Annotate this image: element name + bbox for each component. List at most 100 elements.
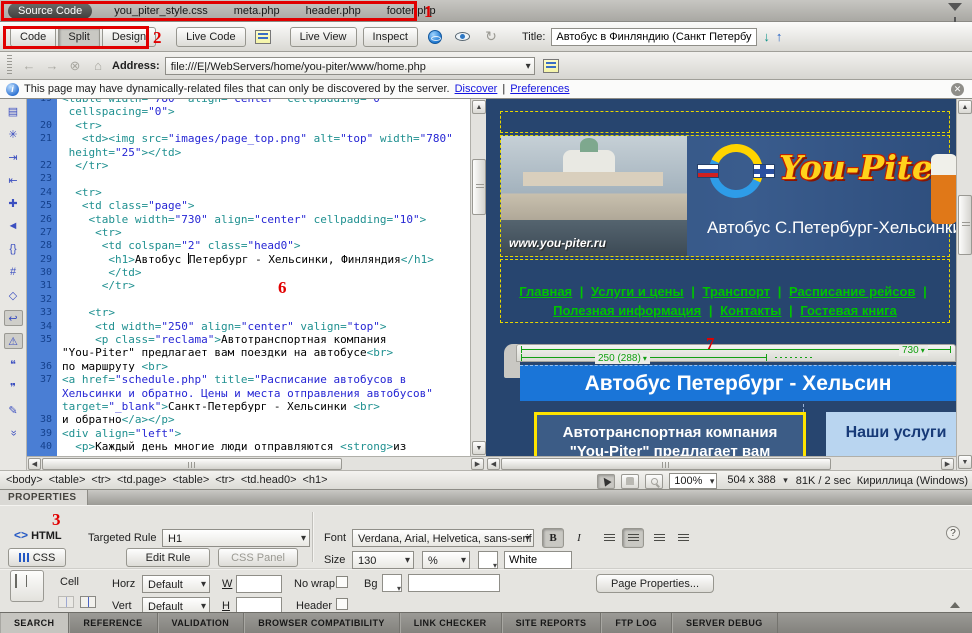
split-cell-icon[interactable] xyxy=(80,596,96,608)
word-wrap-icon[interactable]: ↩ xyxy=(4,310,23,326)
check-page-icon[interactable] xyxy=(252,27,274,47)
stop-icon[interactable]: ⊗ xyxy=(66,58,84,74)
no-wrap-checkbox[interactable] xyxy=(336,576,348,588)
hand-tool[interactable] xyxy=(621,474,639,489)
results-tab-ftp-log[interactable]: FTP LOG xyxy=(601,613,672,633)
syntax-error-alerts-icon[interactable]: ⚠ xyxy=(4,333,23,349)
collapse-selection-icon[interactable]: ⇤ xyxy=(4,172,23,188)
balance-braces-icon[interactable]: {} xyxy=(4,241,23,257)
live-code-button[interactable]: Live Code xyxy=(176,27,246,47)
zoom-tool[interactable] xyxy=(645,474,663,489)
scroll-down-icon[interactable]: ▼ xyxy=(472,441,486,455)
refresh-button[interactable]: ↻ xyxy=(480,27,502,47)
code-view-pane[interactable]: ▤✳⇥⇤✚◄{}#◇↩⚠❝❞✎» 19<table width="780" al… xyxy=(0,99,486,470)
apply-comment-icon[interactable]: ❝ xyxy=(4,356,23,372)
table-width-bar[interactable]: 250 (288) 730 xyxy=(516,344,956,362)
nav-link[interactable]: Расписание рейсов xyxy=(789,284,915,299)
close-info-bar-icon[interactable]: ✕ xyxy=(951,83,964,96)
promo-box[interactable]: Автотранспортная компания "You-Piter" пр… xyxy=(534,412,806,456)
expand-all-icon[interactable]: ✚ xyxy=(4,195,23,211)
bg-color-swatch[interactable] xyxy=(382,574,402,592)
view-options-button[interactable] xyxy=(540,56,562,76)
window-size-select[interactable]: 504 x 388 xyxy=(723,473,789,489)
forward-icon[interactable]: → xyxy=(43,58,61,73)
cell-width-input[interactable] xyxy=(236,575,282,593)
live-view-button[interactable]: Live View xyxy=(290,27,357,47)
font-select[interactable]: Verdana, Arial, Helvetica, sans-serif xyxy=(352,529,534,547)
services-box[interactable]: Наши услуги xyxy=(826,412,956,456)
results-tab-server-debug[interactable]: SERVER DEBUG xyxy=(672,613,778,633)
italic-button[interactable]: I xyxy=(568,528,590,548)
properties-tab[interactable]: PROPERTIES xyxy=(0,490,88,505)
nav-link[interactable]: Главная xyxy=(519,284,572,299)
page-properties-button[interactable]: Page Properties... xyxy=(596,574,714,593)
highlight-invalid-code-icon[interactable]: ◇ xyxy=(4,287,23,303)
code-hscroll-thumb[interactable] xyxy=(42,458,342,470)
design-view-pane[interactable]: www.you-piter.ru You-Piter Автобус С.Пет… xyxy=(486,99,956,456)
nav-link[interactable]: Услуги и цены xyxy=(591,284,684,299)
nav-link[interactable]: Транспорт xyxy=(703,284,771,299)
code-navigator-icon[interactable]: ✳ xyxy=(4,126,23,142)
tag-selector-item[interactable]: <tr> xyxy=(91,474,111,486)
scroll-right-icon[interactable]: ▶ xyxy=(471,458,484,470)
preferences-link[interactable]: Preferences xyxy=(510,83,569,95)
bg-color-input[interactable] xyxy=(408,574,500,592)
bold-button[interactable]: B xyxy=(542,528,564,548)
format-source-code-icon[interactable]: » xyxy=(5,424,21,443)
visual-aids-button[interactable] xyxy=(452,27,474,47)
select-parent-tag-icon[interactable]: ◄ xyxy=(4,218,23,234)
results-tab-browser-compatibility[interactable]: BROWSER COMPATIBILITY xyxy=(244,613,400,633)
align-right-button[interactable] xyxy=(648,528,670,548)
left-column-width-menu[interactable]: 250 (288) xyxy=(595,353,650,364)
scroll-right-icon[interactable]: ▶ xyxy=(941,458,954,470)
nav-link[interactable]: Контакты xyxy=(720,303,781,318)
code-editor[interactable]: 19<table width="780" align="center" cell… xyxy=(27,99,470,456)
tag-selector-item[interactable]: <table> xyxy=(173,474,210,486)
put-file-icon[interactable]: ↑ xyxy=(776,29,783,44)
home-icon[interactable]: ⌂ xyxy=(89,58,107,73)
design-vscroll-thumb[interactable] xyxy=(958,195,972,255)
remove-comment-icon[interactable]: ❞ xyxy=(4,379,23,395)
size-unit-select[interactable]: % xyxy=(422,551,470,569)
horz-select[interactable]: Default xyxy=(142,575,210,593)
tag-selector-item[interactable]: <td.page> xyxy=(117,474,167,486)
targeted-rule-select[interactable]: H1 xyxy=(162,529,310,547)
left-table-cell[interactable]: Автотранспортная компания "You-Piter" пр… xyxy=(520,404,804,456)
header-checkbox[interactable] xyxy=(336,598,348,610)
edit-rule-button[interactable]: Edit Rule xyxy=(126,548,210,567)
preview-in-browser-button[interactable] xyxy=(424,27,446,47)
nav-link[interactable]: Гостевая книга xyxy=(800,303,897,318)
html-mode-button[interactable]: <> HTML xyxy=(14,528,62,542)
tag-selector-item[interactable]: <h1> xyxy=(303,474,328,486)
right-table-cell[interactable]: Наши услуги xyxy=(804,404,956,456)
merge-cells-icon[interactable] xyxy=(58,596,74,608)
open-documents-icon[interactable]: ▤ xyxy=(4,103,23,119)
tag-selector-item[interactable]: <table> xyxy=(49,474,86,486)
get-file-icon[interactable]: ↓ xyxy=(763,29,770,44)
align-left-button[interactable] xyxy=(598,528,620,548)
tag-selector-item[interactable]: <td.head0> xyxy=(241,474,297,486)
recent-snippets-icon[interactable]: ✎ xyxy=(4,402,23,418)
size-select[interactable]: 130 xyxy=(352,551,414,569)
collapse-full-tag-icon[interactable]: ⇥ xyxy=(4,149,23,165)
tag-selector-item[interactable]: <tr> xyxy=(215,474,235,486)
table-width-menu[interactable]: 730 xyxy=(899,345,928,356)
align-center-button[interactable] xyxy=(622,528,644,548)
help-icon[interactable]: ? xyxy=(946,526,960,540)
title-input[interactable] xyxy=(551,28,757,46)
site-banner[interactable]: www.you-piter.ru You-Piter Автобус С.Пет… xyxy=(500,135,950,257)
css-panel-button[interactable]: CSS Panel xyxy=(218,548,298,567)
text-color-swatch[interactable] xyxy=(478,551,498,569)
scroll-up-icon[interactable]: ▲ xyxy=(472,100,486,114)
page-heading[interactable]: Автобус Петербург - Хельсин xyxy=(520,365,956,401)
discover-link[interactable]: Discover xyxy=(455,83,498,95)
inspect-button[interactable]: Inspect xyxy=(363,27,418,47)
tag-selector-item[interactable]: <body> xyxy=(6,474,43,486)
code-vertical-scrollbar[interactable]: ▲ ▼ xyxy=(470,99,486,456)
results-tab-link-checker[interactable]: LINK CHECKER xyxy=(400,613,502,633)
scroll-up-icon[interactable]: ▲ xyxy=(958,100,972,114)
css-mode-button[interactable]: CSS xyxy=(8,548,66,567)
results-tab-site-reports[interactable]: SITE REPORTS xyxy=(502,613,602,633)
design-vertical-scrollbar[interactable]: ▲ ▼ xyxy=(956,99,972,470)
scroll-left-icon[interactable]: ◀ xyxy=(28,458,41,470)
